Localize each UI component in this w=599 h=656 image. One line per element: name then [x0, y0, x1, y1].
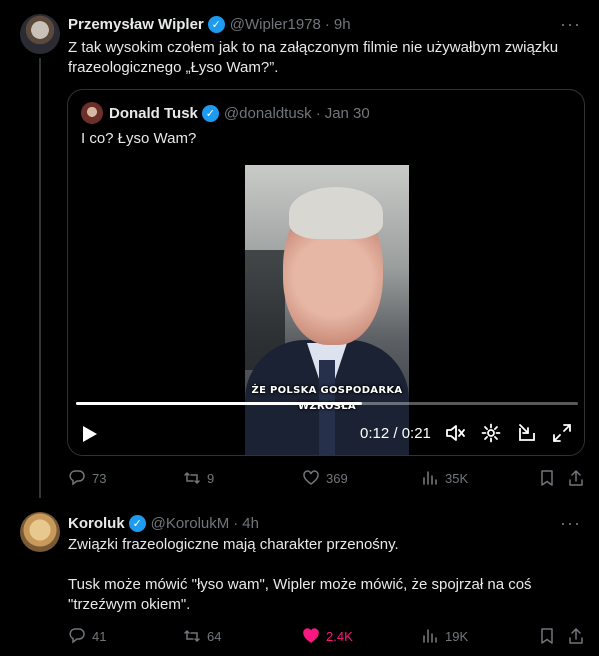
reply-count: 73: [92, 470, 107, 486]
views-icon: [423, 471, 437, 485]
author-handle[interactable]: @KorolukM: [151, 515, 230, 532]
bookmark-button[interactable]: [538, 627, 562, 645]
avatar[interactable]: [81, 102, 103, 124]
bookmark-button[interactable]: [538, 469, 562, 487]
verified-icon: ✓: [201, 104, 219, 122]
separator: ·: [315, 104, 321, 122]
play-icon[interactable]: [82, 425, 98, 443]
share-button[interactable]: [567, 627, 591, 645]
quoted-tweet-time: Jan 30: [324, 104, 370, 122]
quoted-tweet-text: I co? Łyso Wam?: [81, 130, 197, 147]
like-button[interactable]: 2.4K: [302, 627, 353, 645]
avatar[interactable]: [20, 512, 60, 552]
reply-icon: [69, 470, 85, 486]
repost-button[interactable]: 64: [183, 627, 221, 645]
video-frame[interactable]: ŻE POLSKA GOSPODARKA WZROSŁA: [245, 165, 409, 455]
bookmark-icon: [541, 628, 553, 644]
author-name[interactable]: Koroluk: [68, 515, 125, 532]
reply-count: 41: [92, 628, 107, 644]
tweet-actions: 41 64 2.4K 19K: [68, 627, 588, 647]
verified-icon: ✓: [128, 514, 146, 532]
separator: ·: [324, 15, 330, 33]
share-button[interactable]: [567, 469, 591, 487]
fullscreen-icon[interactable]: [551, 422, 573, 444]
repost-count: 9: [207, 470, 215, 486]
video-figure-hair: [289, 187, 383, 239]
tweet-header: Przemysław Wipler ✓ @Wipler1978 · 9h: [68, 14, 351, 34]
repost-icon: [184, 629, 200, 643]
video-caption-line1: ŻE POLSKA GOSPODARKA: [251, 385, 403, 396]
views-count: 35K: [445, 470, 469, 486]
reply-icon: [69, 628, 85, 644]
verified-icon: ✓: [207, 15, 225, 33]
views-button[interactable]: 19K: [421, 627, 468, 645]
author-name[interactable]: Przemysław Wipler: [68, 16, 204, 33]
avatar[interactable]: [20, 14, 60, 54]
video-progress-fill: [76, 402, 363, 405]
share-icon: [569, 628, 583, 644]
thread-line: [39, 58, 41, 498]
more-icon[interactable]: ···: [560, 14, 581, 35]
quoted-author-handle: @donaldtusk: [223, 104, 312, 122]
separator: ·: [233, 514, 239, 532]
repost-icon: [184, 471, 200, 485]
tweet-time[interactable]: 4h: [242, 515, 259, 532]
views-button[interactable]: 35K: [421, 469, 468, 487]
like-button[interactable]: 369: [302, 469, 348, 487]
reply-button[interactable]: 73: [68, 469, 106, 487]
settings-icon[interactable]: [480, 422, 502, 444]
views-count: 19K: [445, 628, 469, 644]
like-count: 369: [326, 470, 348, 486]
tweet-text: Związki frazeologiczne mają charakter pr…: [68, 536, 532, 613]
video-time: 0:12 / 0:21: [360, 425, 431, 442]
share-icon: [569, 470, 583, 486]
video-progress-bar[interactable]: [76, 402, 578, 405]
tweet-text: Z tak wysokim czołem jak to na załączony…: [68, 39, 559, 76]
author-handle[interactable]: @Wipler1978: [230, 16, 321, 33]
like-count: 2.4K: [326, 628, 353, 644]
views-icon: [423, 629, 437, 643]
reply-button[interactable]: 41: [68, 627, 106, 645]
tweet-time[interactable]: 9h: [334, 16, 351, 33]
pip-icon[interactable]: [516, 422, 538, 444]
quoted-tweet-header: Donald Tusk ✓ @donaldtusk · Jan 30: [109, 102, 370, 124]
more-icon[interactable]: ···: [560, 513, 581, 534]
tweet-actions: 73 9 369 35K: [68, 469, 588, 489]
like-icon: [303, 470, 319, 485]
video-player[interactable]: ŻE POLSKA GOSPODARKA WZROSŁA 0:12 / 0:21: [68, 165, 584, 455]
mute-icon[interactable]: [444, 422, 466, 444]
tweet-wipler[interactable]: Przemysław Wipler ✓ @Wipler1978 · 9h ···…: [0, 0, 599, 500]
repost-button[interactable]: 9: [183, 469, 214, 487]
tweet-header: Koroluk ✓ @KorolukM · 4h: [68, 513, 259, 533]
quoted-author-name: Donald Tusk: [109, 104, 198, 122]
like-icon: [303, 628, 319, 643]
repost-count: 64: [207, 628, 222, 644]
bookmark-icon: [541, 470, 553, 486]
quoted-tweet[interactable]: Donald Tusk ✓ @donaldtusk · Jan 30 I co?…: [67, 89, 585, 456]
